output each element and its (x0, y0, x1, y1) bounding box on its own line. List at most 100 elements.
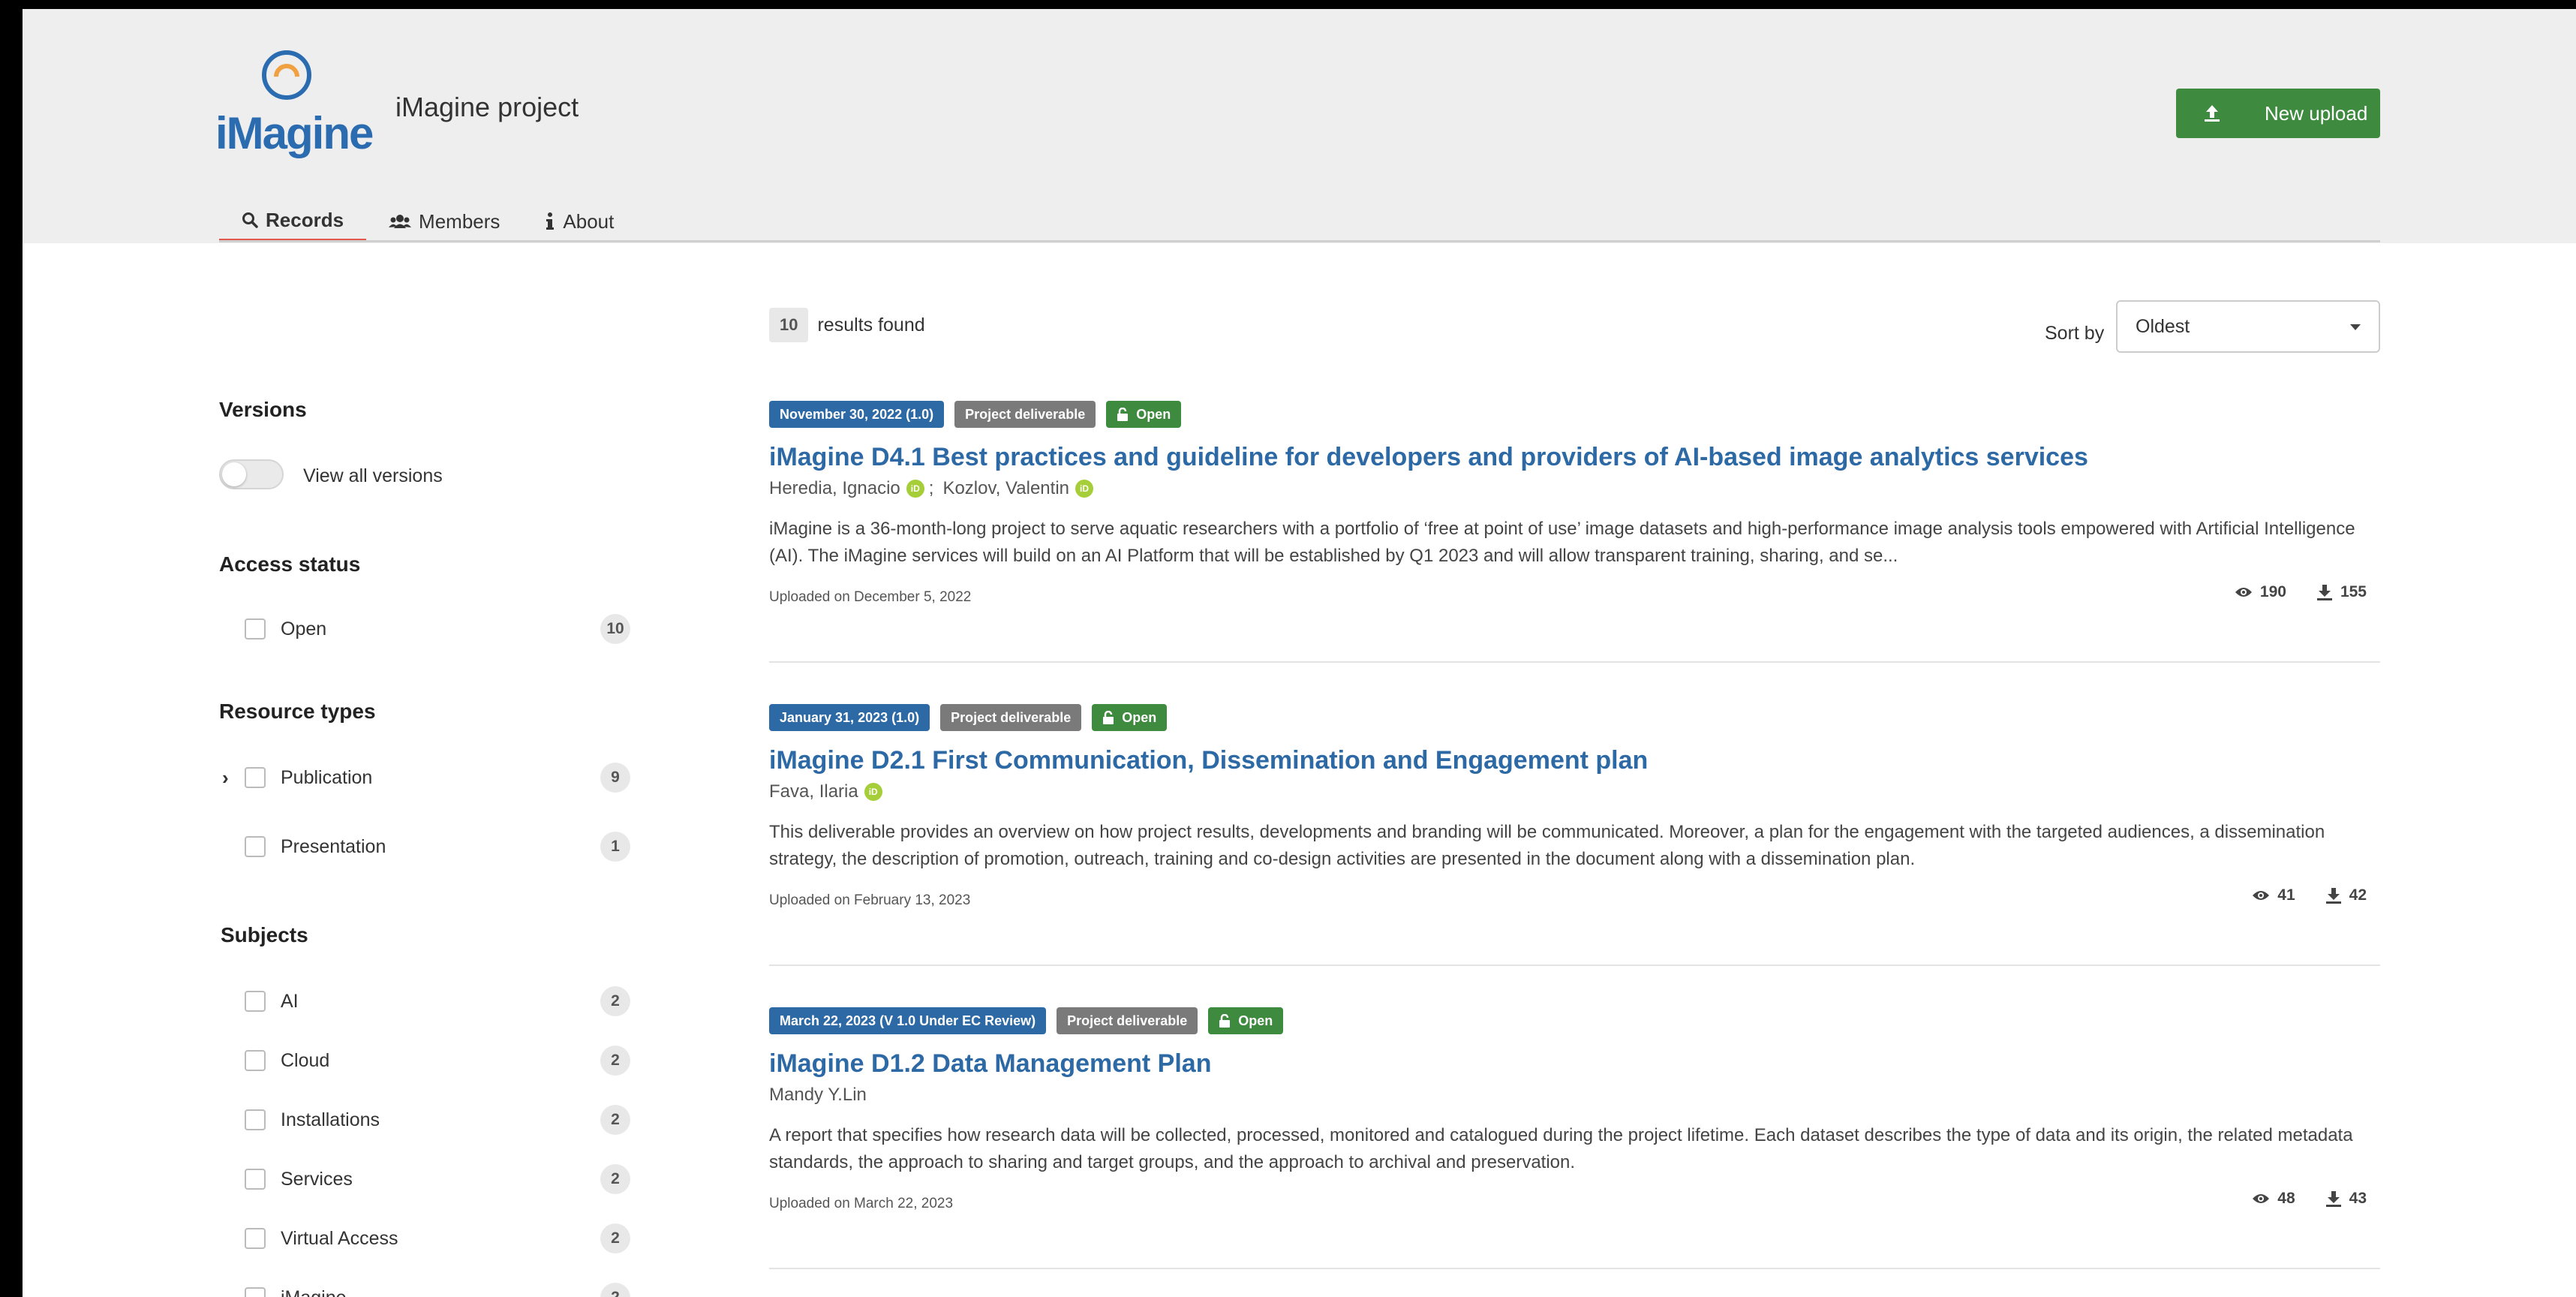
facet-checkbox[interactable] (245, 767, 266, 788)
facet-count: 10 (600, 614, 630, 644)
facet-item-installations[interactable]: Installations 2 (219, 1103, 639, 1136)
author-name[interactable]: Mandy Y.Lin (769, 1085, 867, 1106)
record-labels: March 22, 2023 (V 1.0 Under EC Review) P… (769, 1007, 2380, 1034)
downloads-count: 42 (2349, 886, 2367, 904)
record-footer: Uploaded on February 13, 2023 41 42 (769, 886, 2380, 913)
chevron-right-icon[interactable]: › (222, 766, 229, 790)
orcid-icon[interactable]: iD (906, 480, 924, 498)
facet-checkbox[interactable] (245, 991, 266, 1012)
access-badge: Open (1092, 704, 1168, 731)
record-title-link[interactable]: iMagine D4.1 Best practices and guidelin… (769, 443, 2380, 472)
logo-text: iMagine (215, 108, 374, 158)
record-item: November 30, 2022 (1.0) Project delivera… (769, 401, 2380, 610)
facet-count: 1 (600, 832, 630, 862)
facet-item-virtual-access[interactable]: Virtual Access 2 (219, 1222, 639, 1255)
views-count: 190 (2259, 583, 2286, 600)
facet-count: 2 (600, 1046, 630, 1076)
record-title-link[interactable]: iMagine D1.2 Data Management Plan (769, 1049, 2380, 1079)
facet-item-presentation[interactable]: Presentation 1 (219, 830, 639, 863)
facet-item-cloud[interactable]: Cloud 2 (219, 1044, 639, 1077)
facet-label: Installations (281, 1109, 380, 1130)
author-name[interactable]: Heredia, Ignacio (769, 478, 900, 499)
facet-title-versions: Versions (219, 398, 307, 421)
tab-members-label: Members (419, 209, 500, 233)
record-divider (769, 964, 2380, 966)
new-upload-label: New upload (2265, 101, 2368, 125)
record-title-link[interactable]: iMagine D2.1 First Communication, Dissem… (769, 746, 2380, 775)
facet-count: 2 (600, 1223, 630, 1253)
record-footer: Uploaded on December 5, 2022 190 155 (769, 583, 2380, 610)
facet-item-open[interactable]: Open 10 (219, 612, 639, 645)
orcid-icon[interactable]: iD (864, 783, 882, 801)
facet-checkbox[interactable] (245, 618, 266, 639)
facet-item-services[interactable]: Services 2 (219, 1163, 639, 1196)
sort-label: Sort by (2045, 323, 2105, 344)
results-summary: 10 results found (769, 308, 925, 342)
tab-about[interactable]: About (522, 201, 636, 242)
upload-icon (2199, 104, 2226, 123)
version-date-badge: November 30, 2022 (1.0) (769, 401, 945, 428)
access-badge: Open (1106, 401, 1182, 428)
community-name: iMagine project (395, 92, 579, 122)
download-icon (2325, 1190, 2342, 1207)
facet-checkbox[interactable] (245, 1169, 266, 1190)
uploaded-date: Uploaded on February 13, 2023 (769, 892, 971, 908)
community-header: iMagine iMagine project New upload Recor… (23, 9, 2576, 243)
community-logo[interactable]: iMagine (215, 43, 374, 163)
tabs-divider (219, 240, 2380, 242)
views-count: 48 (2277, 1190, 2295, 1207)
eye-icon (2235, 586, 2253, 598)
eye-icon (2252, 889, 2270, 901)
facet-label: Publication (281, 766, 373, 788)
author-name[interactable]: Kozlov, Valentin (942, 478, 1069, 499)
record-divider (769, 1268, 2380, 1269)
uploaded-date: Uploaded on March 22, 2023 (769, 1196, 954, 1211)
tab-about-label: About (563, 209, 615, 233)
unlock-icon (1102, 711, 1114, 724)
page-frame: iMagine iMagine project New upload Recor… (23, 9, 2576, 1297)
facet-item-ai[interactable]: AI 2 (219, 985, 639, 1018)
info-icon (545, 212, 555, 230)
facet-count: 2 (600, 1164, 630, 1194)
unlock-icon (1117, 408, 1129, 421)
facet-checkbox[interactable] (245, 1050, 266, 1071)
tab-records-label: Records (266, 208, 344, 231)
record-stats: 190 155 (2235, 583, 2367, 601)
author-separator: ; (928, 478, 934, 498)
author-name[interactable]: Fava, Ilaria (769, 781, 858, 802)
facet-checkbox[interactable] (245, 1228, 266, 1249)
record-item: March 22, 2023 (V 1.0 Under EC Review) P… (769, 1007, 2380, 1217)
unlock-icon (1219, 1014, 1231, 1028)
results-text: results found (817, 314, 925, 336)
tab-members[interactable]: Members (366, 201, 522, 242)
toggle-knob (222, 462, 246, 486)
record-stats: 48 43 (2252, 1190, 2367, 1208)
uploaded-date: Uploaded on December 5, 2022 (769, 589, 972, 605)
tab-records[interactable]: Records (219, 201, 367, 242)
facet-label: Services (281, 1168, 353, 1190)
facet-label: AI (281, 990, 299, 1012)
facet-label: iMagine (281, 1287, 347, 1297)
orcid-icon[interactable]: iD (1075, 480, 1093, 498)
views-count: 41 (2277, 886, 2295, 904)
resource-type-badge: Project deliverable (940, 704, 1082, 731)
sort-dropdown[interactable]: Oldest (2116, 300, 2380, 353)
view-all-versions-toggle[interactable] (219, 459, 284, 489)
record-authors: Mandy Y.Lin (769, 1085, 2380, 1106)
record-item: January 31, 2023 (1.0) Project deliverab… (769, 704, 2380, 913)
record-divider (769, 661, 2380, 663)
facet-title-subjects: Subjects (221, 923, 308, 946)
facet-item-publication[interactable]: › Publication 9 (219, 761, 639, 794)
facet-checkbox[interactable] (245, 836, 266, 857)
eye-icon (2252, 1193, 2270, 1205)
access-label: Open (1238, 1013, 1273, 1028)
facet-checkbox[interactable] (245, 1109, 266, 1130)
facet-label: Virtual Access (281, 1227, 398, 1249)
new-upload-button[interactable]: New upload (2176, 89, 2380, 138)
version-date-badge: March 22, 2023 (V 1.0 Under EC Review) (769, 1007, 1047, 1034)
downloads-count: 155 (2340, 583, 2367, 600)
facet-item-imagine[interactable]: iMagine 2 (219, 1281, 639, 1297)
download-icon (2325, 887, 2342, 904)
sort-value: Oldest (2136, 315, 2190, 337)
facet-checkbox[interactable] (245, 1287, 266, 1297)
